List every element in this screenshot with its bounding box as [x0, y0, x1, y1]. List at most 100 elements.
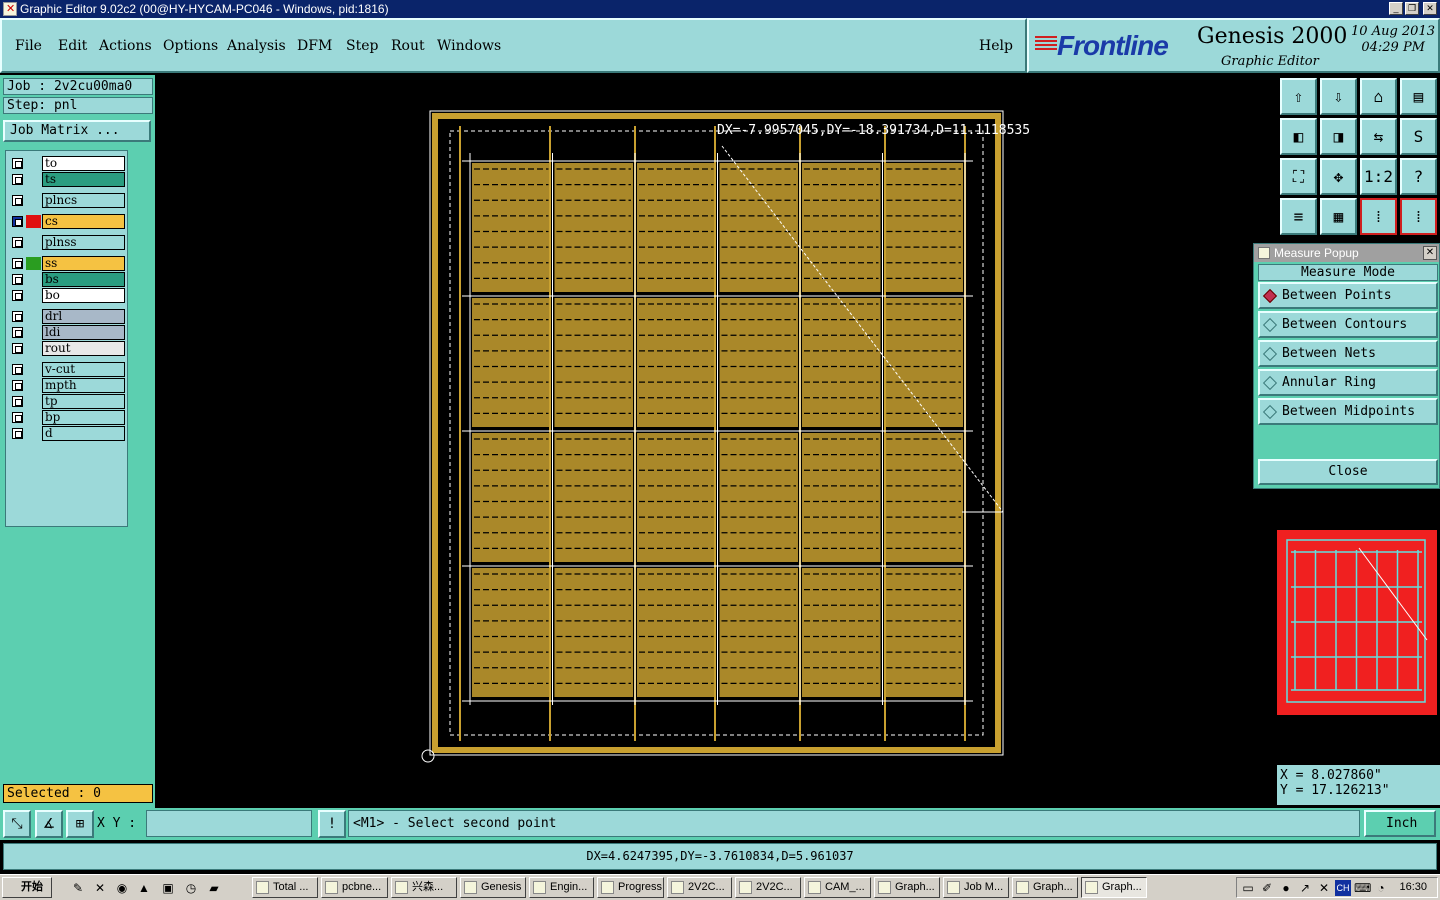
menu-options[interactable]: Options	[163, 38, 218, 54]
layer-checkbox[interactable]	[12, 412, 23, 423]
layer-name[interactable]: mpth	[42, 378, 125, 393]
layer-checkbox[interactable]	[12, 327, 23, 338]
layer-checkbox[interactable]	[12, 216, 23, 227]
layer-row-to[interactable]: to	[8, 156, 126, 171]
layer-name[interactable]: d	[42, 426, 125, 441]
close-window-button[interactable]: ✕	[1423, 2, 1437, 15]
layer-name[interactable]: ss	[42, 256, 125, 271]
menu-edit[interactable]: Edit	[58, 38, 87, 54]
snap-off-icon[interactable]: ⤡	[3, 810, 31, 838]
layer-checkbox[interactable]	[12, 364, 23, 375]
menu-help[interactable]: Help	[979, 38, 1013, 54]
layer-name[interactable]: rout	[42, 341, 125, 356]
layer-row-drl[interactable]: drl	[8, 309, 126, 324]
taskbar-task-button[interactable]: pcbne...	[321, 877, 388, 898]
quick-launch-close-icon[interactable]: ✕	[92, 880, 108, 896]
snap-grid-icon[interactable]: ⊞	[66, 810, 94, 838]
layer-checkbox[interactable]	[12, 237, 23, 248]
layer-row-cs[interactable]: cs	[8, 214, 126, 229]
quick-launch-globe-icon[interactable]: ◉	[114, 880, 130, 896]
mode-between-points[interactable]: Between Points	[1258, 282, 1438, 309]
taskbar-task-button[interactable]: Graph...	[1081, 877, 1147, 898]
layer-row-plnss[interactable]: plnss	[8, 235, 126, 250]
layer-row-plncs[interactable]: plncs	[8, 193, 126, 208]
tool-one-to-two-icon[interactable]: 1:2	[1360, 158, 1397, 195]
layer-name[interactable]: v-cut	[42, 362, 125, 377]
tool-pan-left-icon[interactable]: ◧	[1280, 118, 1317, 155]
tray-close-icon[interactable]: ✕	[1316, 880, 1332, 896]
tool-grid-icon[interactable]: ▦	[1320, 198, 1357, 235]
mode-between-nets[interactable]: Between Nets	[1258, 340, 1438, 367]
layer-name[interactable]: tp	[42, 394, 125, 409]
xy-input[interactable]	[146, 810, 312, 837]
taskbar-task-button[interactable]: Graph...	[1012, 877, 1078, 898]
layer-name[interactable]: ldi	[42, 325, 125, 340]
tool-layout-icon[interactable]: ▤	[1400, 78, 1437, 115]
layer-name[interactable]: plncs	[42, 193, 125, 208]
layer-name[interactable]: to	[42, 156, 125, 171]
taskbar-task-button[interactable]: Graph...	[874, 877, 940, 898]
tool-pan-right-icon[interactable]: ◨	[1320, 118, 1357, 155]
layer-checkbox[interactable]	[12, 158, 23, 169]
layer-checkbox[interactable]	[12, 274, 23, 285]
graphic-canvas[interactable]	[155, 75, 1277, 808]
info-icon[interactable]: !	[318, 810, 346, 838]
layer-checkbox[interactable]	[12, 343, 23, 354]
layer-name[interactable]: bo	[42, 288, 125, 303]
job-matrix-button[interactable]: Job Matrix ...	[3, 120, 151, 142]
layer-name[interactable]: ts	[42, 172, 125, 187]
layer-name[interactable]: bp	[42, 410, 125, 425]
menu-actions[interactable]: Actions	[99, 38, 152, 54]
quick-launch-shape-icon[interactable]: ▲	[136, 880, 152, 896]
layer-checkbox[interactable]	[12, 428, 23, 439]
layer-name[interactable]: cs	[42, 214, 125, 229]
tray-color-icon[interactable]: ●	[1278, 880, 1294, 896]
quick-launch-folder-icon[interactable]: ▰	[206, 880, 222, 896]
tool-measure-icon[interactable]: ≡	[1280, 198, 1317, 235]
tray-keyboard-icon[interactable]: ⌨	[1354, 880, 1371, 896]
tool-zoom-center-icon[interactable]: ✥	[1320, 158, 1357, 195]
unit-selector[interactable]: Inch	[1364, 810, 1436, 837]
menu-dfm[interactable]: DFM	[297, 38, 332, 54]
layer-checkbox[interactable]	[12, 195, 23, 206]
menu-file[interactable]: File	[15, 38, 42, 54]
mode-between-contours[interactable]: Between Contours	[1258, 311, 1438, 338]
quick-launch-edit-icon[interactable]: ✎	[70, 880, 86, 896]
tray-clock-icon[interactable]: ◔	[1373, 880, 1389, 896]
snap-angle-icon[interactable]: ∡	[35, 810, 63, 838]
tray-pen-icon[interactable]: ✐	[1259, 880, 1275, 896]
tool-mirror-icon[interactable]: ⇆	[1360, 118, 1397, 155]
layer-checkbox[interactable]	[12, 290, 23, 301]
taskbar-task-button[interactable]: 2V2C...	[667, 877, 732, 898]
minimize-button[interactable]: _	[1389, 2, 1403, 15]
pcb-panel-view[interactable]	[155, 75, 1277, 808]
layer-row-ss[interactable]: ss	[8, 256, 126, 271]
layer-row-rout[interactable]: rout	[8, 341, 126, 356]
layer-checkbox[interactable]	[12, 396, 23, 407]
tool-net-select-icon[interactable]: ⁞	[1400, 198, 1437, 235]
layer-row-d[interactable]: d	[8, 426, 126, 441]
tool-load-icon[interactable]: ⇧	[1280, 78, 1317, 115]
layer-row-mpth[interactable]: mpth	[8, 378, 126, 393]
quick-launch-clock-icon[interactable]: ◷	[183, 880, 199, 896]
tool-snap-icon[interactable]: S	[1400, 118, 1437, 155]
taskbar-task-button[interactable]: Job M...	[943, 877, 1009, 898]
tray-language-icon[interactable]: CH	[1335, 880, 1351, 896]
menu-rout[interactable]: Rout	[391, 38, 425, 54]
start-button[interactable]: 开始	[2, 877, 52, 898]
layer-row-bs[interactable]: bs	[8, 272, 126, 287]
taskbar-task-button[interactable]: 兴森...	[391, 877, 457, 898]
mode-annular-ring[interactable]: Annular Ring	[1258, 369, 1438, 396]
layer-row-bo[interactable]: bo	[8, 288, 126, 303]
layer-name[interactable]: plnss	[42, 235, 125, 250]
layer-row-ts[interactable]: ts	[8, 172, 126, 187]
menu-analysis[interactable]: Analysis	[227, 38, 286, 54]
layer-row-ldi[interactable]: ldi	[8, 325, 126, 340]
tool-save-icon[interactable]: ⇩	[1320, 78, 1357, 115]
taskbar-task-button[interactable]: Progress	[597, 877, 664, 898]
tray-arrow-icon[interactable]: ↗	[1297, 880, 1313, 896]
layer-checkbox[interactable]	[12, 258, 23, 269]
maximize-button[interactable]: ❐	[1405, 2, 1419, 15]
taskbar-task-button[interactable]: CAM_...	[804, 877, 871, 898]
layer-row-tp[interactable]: tp	[8, 394, 126, 409]
